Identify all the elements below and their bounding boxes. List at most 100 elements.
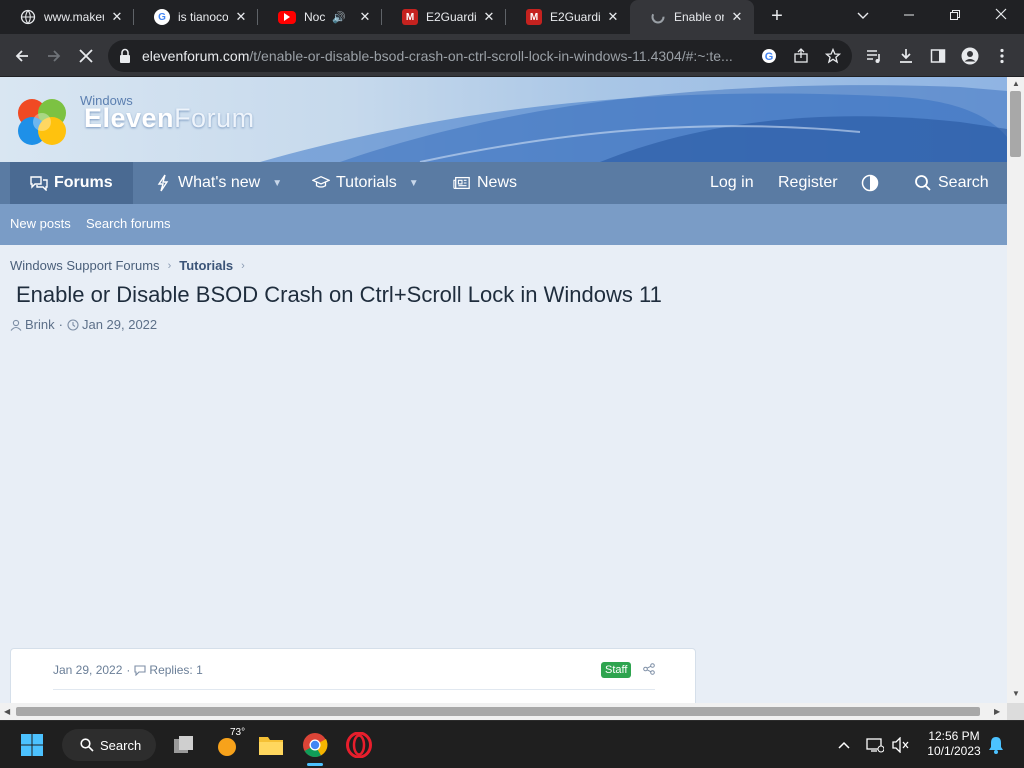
post-date[interactable]: Jan 29, 2022 [53,663,122,677]
search-icon [80,738,94,752]
search-forums-link[interactable]: Search forums [86,216,171,231]
post-meta: Jan 29, 2022 · Replies: 1 [53,663,203,677]
tab-close-icon[interactable]: ✕ [358,9,372,25]
nav-news[interactable]: News [453,162,517,204]
minimize-button[interactable] [886,0,932,34]
notifications-button[interactable] [986,729,1006,761]
tab-close-icon[interactable]: ✕ [110,9,124,25]
tab-1[interactable]: www.makeu ✕ [0,0,134,34]
windows-logo-icon [21,734,43,756]
vertical-scroll-thumb[interactable] [1010,91,1021,157]
restore-button[interactable] [932,0,978,34]
downloads-button[interactable] [894,44,918,68]
url-text[interactable]: elevenforum.com/t/enable-or-disable-bsod… [142,48,762,64]
chrome-taskbar-button[interactable] [298,729,332,766]
network-icon [866,738,884,753]
breadcrumb: Windows Support Forums › Tutorials › [10,258,253,273]
scroll-down-arrow-icon[interactable]: ▼ [1012,689,1020,698]
menu-button[interactable] [990,44,1014,68]
opera-taskbar-button[interactable] [344,729,374,761]
tab-6-active[interactable]: Enable or Di ✕ [630,0,754,34]
tab-2[interactable]: G is tianocore ✕ [134,0,258,34]
side-panel-button[interactable] [926,44,950,68]
arrow-right-icon [48,50,61,62]
close-window-button[interactable] [978,0,1024,34]
media-control-button[interactable] [862,44,886,68]
back-button[interactable] [10,44,34,68]
chevron-down-icon[interactable]: ▼ [272,178,282,189]
horizontal-scroll-thumb[interactable] [16,707,980,716]
tab-title: is tianocore [178,10,228,24]
volume-button[interactable] [890,729,912,761]
breadcrumb-root[interactable]: Windows Support Forums [10,258,160,273]
tab-close-icon[interactable]: ✕ [730,9,744,25]
profile-button[interactable] [958,44,982,68]
side-panel-icon [930,49,946,63]
register-link[interactable]: Register [778,162,838,204]
tab-5[interactable]: M E2Guardian ✕ [506,0,630,34]
tab-title: Enable or Di [674,10,724,24]
share-icon[interactable] [643,663,655,675]
tab-title: Noclos [304,10,326,24]
tab-3[interactable]: Noclos 🔊 ✕ [258,0,382,34]
main-navigation: Forums What's new ▼ Tutorials ▼ News Log… [0,162,1007,204]
system-clock[interactable]: 12:56 PM 10/1/2023 [916,729,992,759]
thread-date[interactable]: Jan 29, 2022 [82,317,157,332]
tab-strip: www.makeu ✕ G is tianocore ✕ Noclos 🔊 ✕ … [0,0,1024,34]
thread-author[interactable]: Brink [25,317,55,332]
audio-playing-icon[interactable]: 🔊 [332,11,346,24]
folder-icon [259,737,283,755]
new-tab-button[interactable]: + [766,5,788,27]
arrow-left-icon [15,50,28,62]
scroll-up-arrow-icon[interactable]: ▲ [1012,79,1020,88]
site-logo-text[interactable]: ElevenForum [84,103,255,134]
tab-4[interactable]: M E2Guardian ✕ [382,0,506,34]
weather-widget[interactable]: 73° [212,727,245,761]
new-posts-link[interactable]: New posts [10,216,71,231]
nav-search[interactable]: Search [914,162,989,204]
google-lens-icon[interactable]: G [760,47,778,65]
forward-button[interactable] [42,44,66,68]
stop-loading-button[interactable] [74,44,98,68]
restore-icon [950,10,960,20]
web-page: Windows ElevenForum Forums What's new ▼ … [0,77,1007,703]
scrollbar-corner [1007,703,1024,720]
tab-close-icon[interactable]: ✕ [482,9,496,25]
style-toggle-button[interactable] [861,162,879,204]
chevron-down-icon[interactable]: ▼ [409,178,419,189]
download-icon [900,49,912,63]
volume-muted-icon [892,737,909,753]
file-explorer-button[interactable] [256,729,286,761]
close-icon [79,49,93,63]
nav-whats-new[interactable]: What's new ▼ [154,162,282,204]
address-bar[interactable]: elevenforum.com/t/enable-or-disable-bsod… [108,40,852,72]
chevron-down-icon [857,12,869,19]
clock-icon [67,318,79,331]
nav-forums[interactable]: Forums [10,162,133,204]
start-button[interactable] [18,729,46,761]
scroll-left-arrow-icon[interactable]: ◀ [4,707,10,716]
tab-search-button[interactable] [840,0,886,34]
vertical-scrollbar[interactable]: ▲ ▼ [1007,77,1024,703]
tab-close-icon[interactable]: ✕ [606,9,620,25]
page-title: Enable or Disable BSOD Crash on Ctrl+Scr… [16,282,662,307]
nav-tutorials[interactable]: Tutorials ▼ [312,162,419,204]
contrast-icon [861,174,879,192]
horizontal-scrollbar[interactable]: ◀ ▶ [0,703,1007,720]
tab-close-icon[interactable]: ✕ [234,9,248,25]
breadcrumb-tutorials[interactable]: Tutorials [179,258,233,273]
chevron-up-icon [838,741,850,749]
site-logo-icon[interactable] [14,95,72,149]
chevron-right-icon: › [167,259,172,272]
share-icon[interactable] [792,47,810,65]
star-bookmark-icon[interactable] [824,47,842,65]
show-hidden-icons-button[interactable] [834,729,854,761]
user-icon [10,319,22,331]
login-link[interactable]: Log in [710,162,754,204]
scroll-right-arrow-icon[interactable]: ▶ [994,707,1000,716]
taskbar-search[interactable]: Search [62,729,156,761]
network-status-button[interactable] [864,729,886,761]
site-banner: Windows ElevenForum [0,77,1007,162]
task-view-button[interactable] [170,729,198,761]
loading-icon [650,9,666,25]
